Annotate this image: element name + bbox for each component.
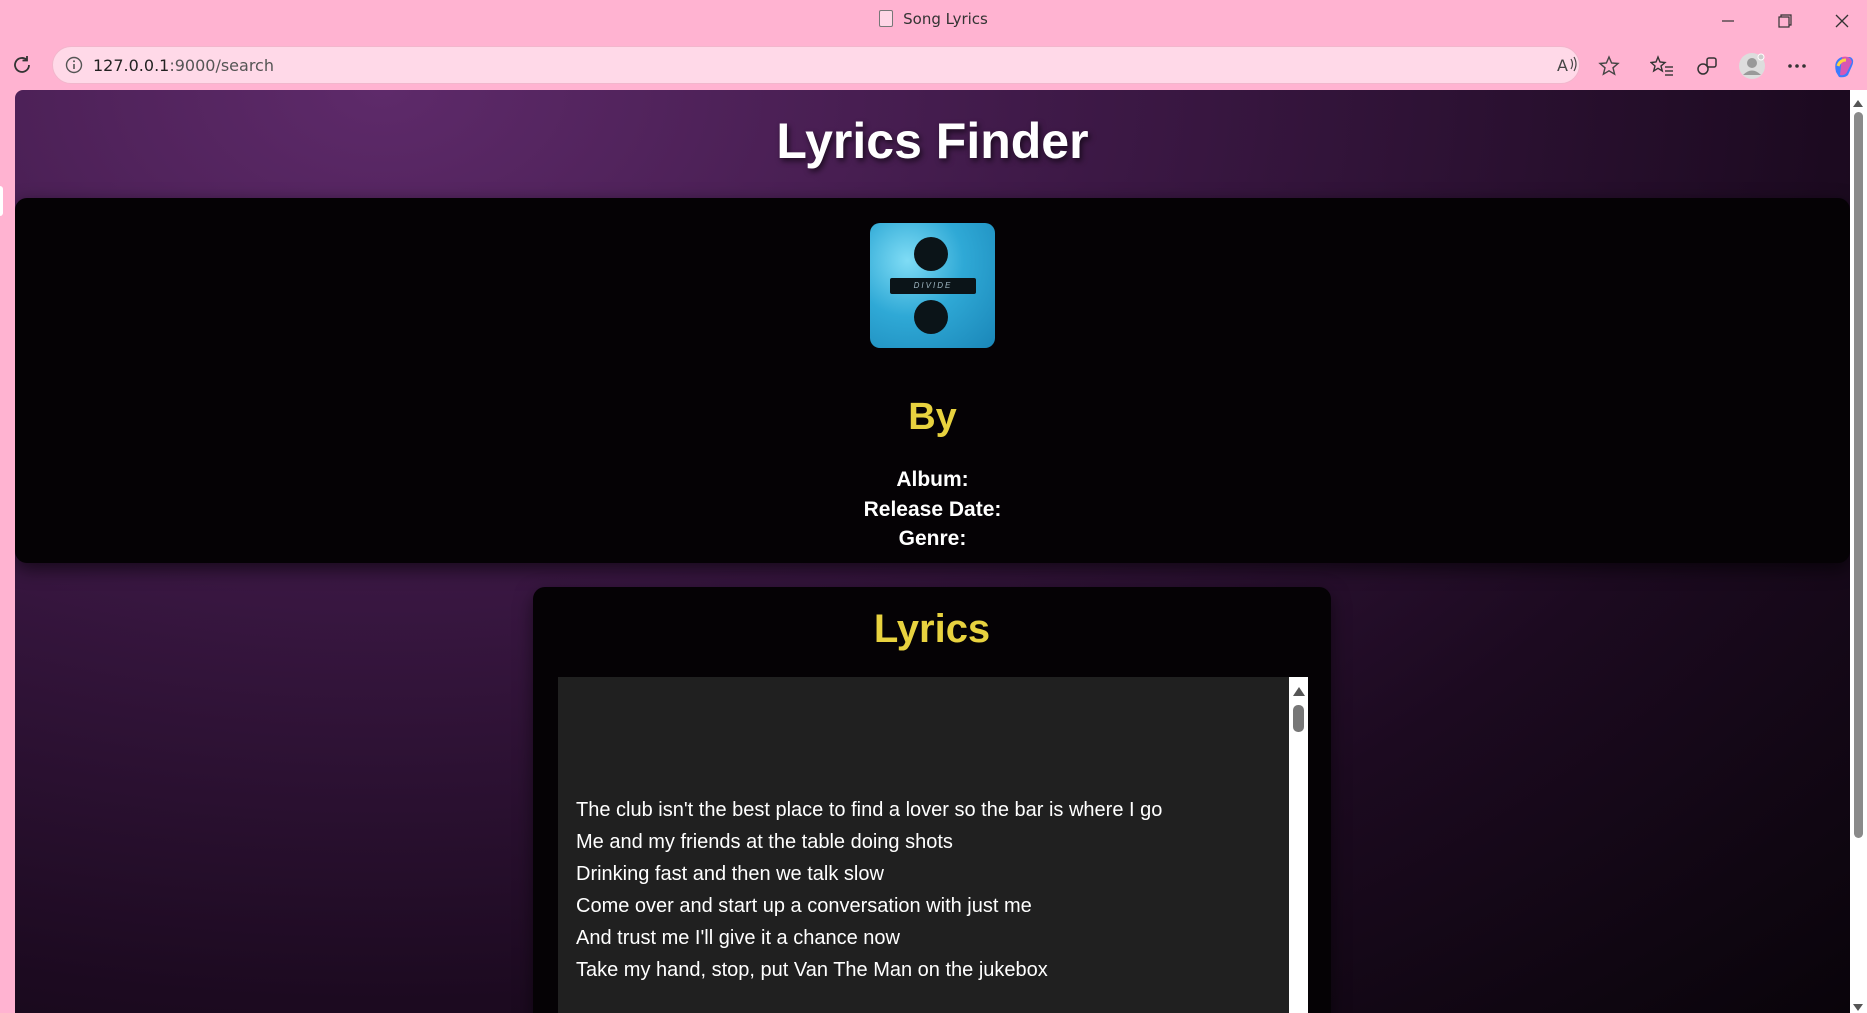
window-title: Song Lyrics xyxy=(0,10,1867,28)
url-text[interactable]: 127.0.0.1:9000/search xyxy=(93,56,274,75)
close-icon xyxy=(1835,14,1849,28)
restore-button[interactable] xyxy=(1760,6,1810,36)
genre-label: Genre: xyxy=(898,527,967,550)
lyric-line: Me and my friends at the table doing sho… xyxy=(576,831,953,853)
favorite-star-icon[interactable] xyxy=(1598,55,1620,82)
lyrics-heading: Lyrics xyxy=(873,607,991,651)
copilot-icon[interactable] xyxy=(1829,51,1859,81)
lyrics-lines: The club isn't the best place to find a … xyxy=(576,794,1162,986)
reload-icon xyxy=(14,56,30,73)
minimize-button[interactable] xyxy=(1703,6,1753,36)
browser-toolbar: 127.0.0.1:9000/search A xyxy=(0,42,1867,90)
page-title: Lyrics Finder xyxy=(776,113,1089,169)
page-scroll-thumb[interactable] xyxy=(1854,112,1863,838)
cover-dot-top xyxy=(914,237,948,271)
lyric-line: Drinking fast and then we talk slow xyxy=(576,863,884,885)
lyrics-scroll-thumb[interactable] xyxy=(1293,705,1304,732)
more-options-icon[interactable] xyxy=(1782,51,1812,81)
page-viewport: Lyrics Finder DIVIDE By Album: Release D… xyxy=(15,90,1850,1013)
scroll-up-arrow-icon[interactable] xyxy=(1293,687,1305,696)
close-button[interactable] xyxy=(1817,6,1867,36)
favorites-list-icon[interactable] xyxy=(1647,51,1677,81)
cover-bar: DIVIDE xyxy=(890,278,976,294)
lyric-line: And trust me I'll give it a chance now xyxy=(576,927,900,949)
album-label: Album: xyxy=(896,468,969,491)
minimize-icon xyxy=(1722,20,1734,22)
album-cover: DIVIDE xyxy=(870,223,995,348)
site-info-icon[interactable] xyxy=(65,56,83,79)
release-date-label: Release Date: xyxy=(863,498,1002,521)
address-bar[interactable]: 127.0.0.1:9000/search A xyxy=(52,46,1620,84)
profile-avatar-icon[interactable] xyxy=(1737,51,1767,81)
document-icon xyxy=(879,10,894,27)
url-path: :9000/search xyxy=(169,56,274,75)
svg-text:A: A xyxy=(1557,56,1568,75)
sidebar-tab-edge[interactable] xyxy=(0,186,3,216)
lyrics-card: Lyrics The club isn't the best place to … xyxy=(533,587,1331,1013)
reload-button[interactable] xyxy=(8,51,36,79)
cover-dot-bottom xyxy=(914,300,948,334)
window-title-text: Song Lyrics xyxy=(903,10,988,28)
url-host: 127.0.0.1 xyxy=(93,56,170,75)
collections-icon[interactable] xyxy=(1692,51,1722,81)
artist-by: By xyxy=(908,396,957,438)
restore-icon xyxy=(1778,14,1792,28)
page-scrollbar[interactable] xyxy=(1850,90,1867,1013)
lyric-line: Come over and start up a conversation wi… xyxy=(576,895,1032,917)
read-aloud-icon[interactable]: A xyxy=(1556,55,1578,80)
lyrics-text-box[interactable]: The club isn't the best place to find a … xyxy=(558,677,1289,1013)
song-info-card: DIVIDE By Album: Release Date: Genre: xyxy=(15,198,1850,563)
title-bar: Song Lyrics xyxy=(0,0,1867,216)
page-scroll-up-icon[interactable] xyxy=(1853,100,1863,107)
lyric-line: Take my hand, stop, put Van The Man on t… xyxy=(576,959,1048,981)
page-scroll-down-icon[interactable] xyxy=(1853,1004,1863,1011)
lyric-line: The club isn't the best place to find a … xyxy=(576,799,1163,821)
lyrics-scrollbar[interactable] xyxy=(1289,677,1308,1013)
